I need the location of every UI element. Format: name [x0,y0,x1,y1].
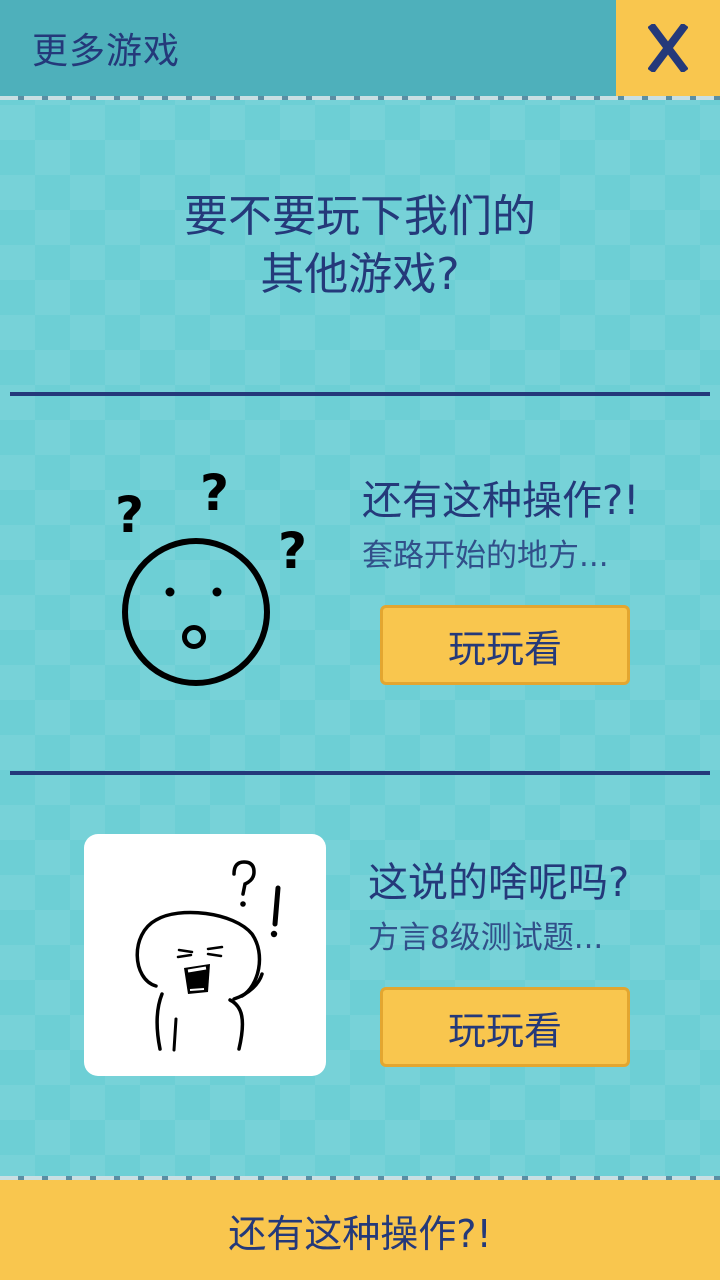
section-divider [10,771,710,775]
close-button[interactable] [616,0,720,96]
page-title: 更多游戏 [32,31,181,72]
game-title: 这说的啥呢吗? [368,860,630,906]
game-title: 还有这种操作?! [362,478,640,524]
invite-question-line2: 其他游戏? [260,249,460,300]
game-subtitle: 套路开始的地方... [362,538,609,574]
confused-character-icon [135,860,281,1052]
play-button[interactable]: 玩玩看 [380,987,630,1067]
question-face-icon: ? ? ? [115,464,307,686]
header-bar: 更多游戏 [0,0,720,96]
footer-banner-label: 还有这种操作?! [228,1211,492,1256]
invite-question: 要不要玩下我们的 其他游戏? [0,188,720,304]
header-divider [0,96,720,100]
svg-text:?: ? [200,464,229,522]
section-divider [10,392,710,396]
game-thumbnail [84,834,326,1076]
footer-banner-button[interactable]: 还有这种操作?! [0,1180,720,1280]
close-icon[interactable] [648,24,688,72]
svg-text:?: ? [278,522,307,580]
play-button[interactable]: 玩玩看 [380,605,630,685]
invite-question-line1: 要不要玩下我们的 [184,191,536,242]
game-subtitle: 方言8级测试题... [368,920,604,956]
svg-text:?: ? [115,486,144,544]
